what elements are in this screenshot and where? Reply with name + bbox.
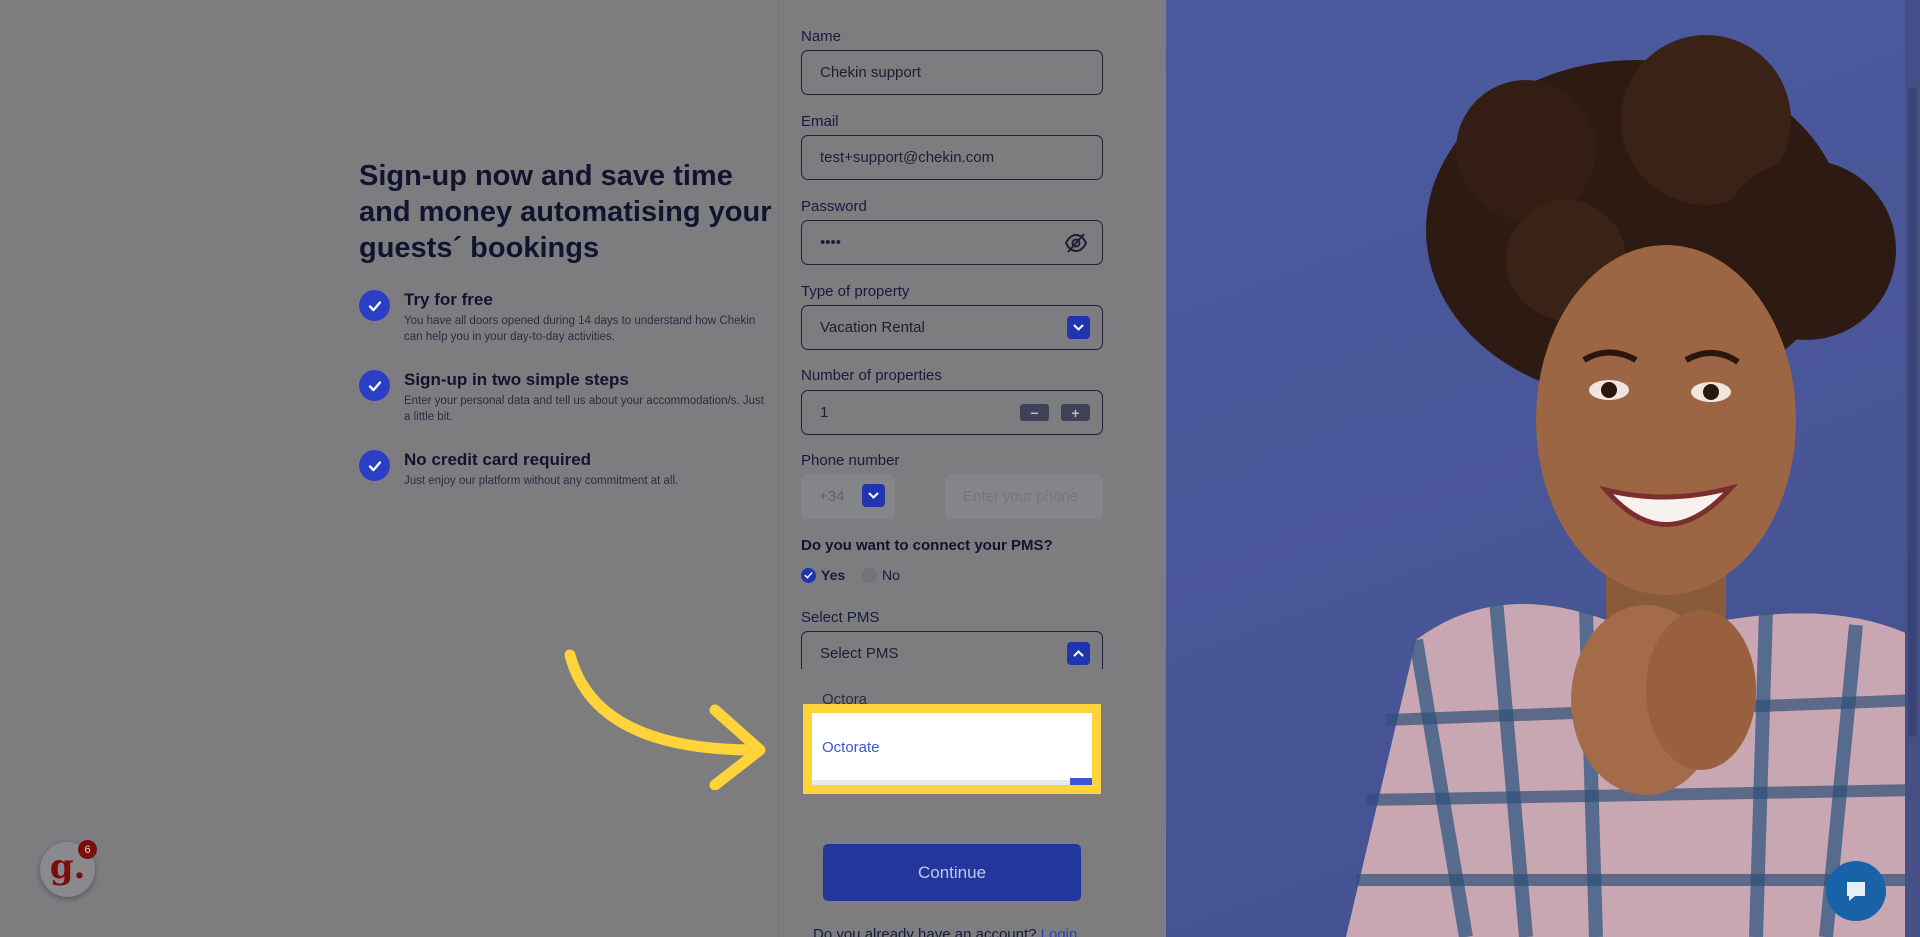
property-type-select[interactable]: Vacation Rental: [801, 305, 1103, 350]
headline: Sign-up now and save time and money auto…: [359, 160, 772, 264]
already-account-text: Do you already have an account?: [813, 926, 1037, 937]
pms-question: Do you want to connect your PMS?: [801, 537, 1053, 554]
num-properties-stepper[interactable]: 1 − +: [801, 390, 1103, 435]
feature-item: No credit card required Just enjoy our p…: [359, 449, 759, 529]
feature-description: You have all doors opened during 14 days…: [404, 315, 756, 343]
password-field[interactable]: ••••: [801, 220, 1103, 265]
num-properties-value: 1: [820, 404, 829, 421]
login-link[interactable]: Login: [1041, 926, 1078, 937]
check-icon: [359, 370, 390, 401]
feature-title: No credit card required: [404, 450, 592, 469]
increment-button[interactable]: +: [1061, 404, 1090, 421]
gleap-widget-button[interactable]: g. 6: [40, 840, 97, 897]
feature-item: Sign-up in two simple steps Enter your p…: [359, 369, 764, 449]
chat-icon: [1847, 882, 1865, 901]
feature-item: Try for free You have all doors opened d…: [359, 289, 759, 369]
num-properties-label: Number of properties: [801, 367, 942, 384]
feature-description: Just enjoy our platform without any comm…: [404, 475, 679, 487]
name-field[interactable]: Chekin support: [801, 50, 1103, 95]
feature-list: Try for free You have all doors opened d…: [359, 289, 764, 529]
phone-input[interactable]: [945, 474, 1103, 519]
marketing-panel: Sign-up now and save time and money auto…: [0, 0, 780, 937]
pms-yes-radio[interactable]: Yes: [801, 567, 845, 583]
radio-checked-icon: [801, 567, 816, 583]
woman-illustration: [1346, 35, 1920, 937]
chevron-down-icon[interactable]: [1067, 316, 1090, 339]
radio-unchecked-icon: [862, 567, 877, 583]
chevron-up-icon[interactable]: [1067, 642, 1090, 665]
password-label: Password: [801, 198, 867, 215]
continue-button[interactable]: Continue: [823, 844, 1081, 901]
feature-title: Try for free: [404, 290, 493, 309]
chevron-down-icon: [1070, 778, 1092, 785]
eye-off-icon[interactable]: [1064, 232, 1088, 254]
highlighted-option-box[interactable]: Octorate: [803, 704, 1101, 794]
property-type-label: Type of property: [801, 283, 910, 300]
login-prompt: Do you already have an account? Login: [813, 926, 1077, 937]
pms-yes-label: Yes: [821, 567, 846, 583]
chat-widget-button[interactable]: [1826, 861, 1886, 921]
scrollbar-thumb[interactable]: [1908, 87, 1917, 737]
feature-description: Enter your personal data and tell us abo…: [404, 395, 764, 423]
feature-title: Sign-up in two simple steps: [404, 370, 629, 389]
scrollbar[interactable]: [1905, 0, 1920, 937]
phone-code-select[interactable]: +34: [801, 474, 895, 519]
phone-code-value: +34: [819, 488, 845, 505]
pms-select-label: Select PMS: [801, 609, 880, 626]
option-octorate[interactable]: Octorate: [822, 739, 880, 756]
annotation-arrow-icon: [564, 649, 766, 790]
phone-label: Phone number: [801, 452, 900, 469]
check-icon: [359, 450, 390, 481]
notification-count-badge: 6: [78, 840, 97, 859]
property-type-value: Vacation Rental: [820, 319, 925, 336]
password-value: ••••: [820, 234, 842, 251]
pms-select-value: Select PMS: [820, 645, 899, 662]
email-field[interactable]: test+support@chekin.com: [801, 135, 1103, 180]
underlying-select: [812, 780, 1092, 785]
hero-photo: [1166, 0, 1920, 937]
name-label: Name: [801, 28, 842, 45]
check-icon: [359, 290, 390, 321]
pms-no-radio[interactable]: No: [862, 567, 900, 583]
pms-no-label: No: [882, 567, 900, 583]
decrement-button[interactable]: −: [1020, 404, 1049, 421]
chevron-down-icon[interactable]: [862, 484, 885, 507]
email-label: Email: [801, 113, 839, 130]
signup-form: Name Chekin support Email test+support@c…: [778, 0, 1166, 937]
